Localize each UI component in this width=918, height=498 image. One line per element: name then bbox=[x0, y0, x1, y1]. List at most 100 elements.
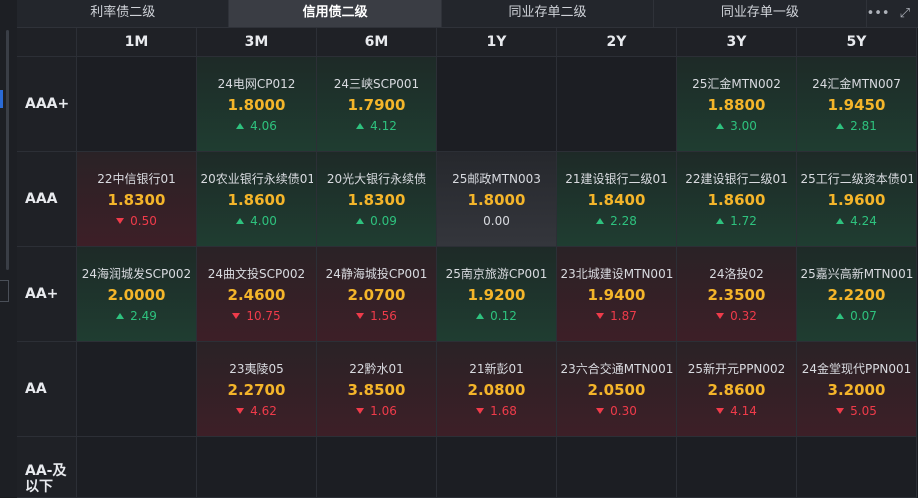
bond-name: 24静海城投CP001 bbox=[325, 267, 428, 281]
left-collapse-handle[interactable] bbox=[0, 280, 9, 302]
arrow-up-icon bbox=[356, 123, 365, 129]
bond-yield: 1.8600 bbox=[227, 191, 286, 209]
rating-label: AA-及以下 bbox=[17, 437, 77, 498]
yield-change: 0.32 bbox=[716, 309, 757, 323]
tab-rate-bonds[interactable]: 利率债二级 bbox=[17, 0, 230, 27]
bond-cell[interactable]: 25新开元PPN002 2.8600 4.14 bbox=[677, 342, 797, 437]
yield-change-value: 0.30 bbox=[610, 404, 637, 418]
arrow-up-icon bbox=[716, 218, 725, 224]
yield-change: 0.50 bbox=[116, 214, 157, 228]
bond-name: 25汇金MTN002 bbox=[692, 77, 781, 91]
yield-change: 1.68 bbox=[476, 404, 517, 418]
bond-cell[interactable]: 24海润城发SCP002 2.0000 2.49 bbox=[77, 247, 197, 342]
bond-cell[interactable]: 24汇金MTN007 1.9450 2.81 bbox=[797, 57, 917, 152]
bond-yield: 1.8800 bbox=[707, 96, 766, 114]
yield-change-value: 1.87 bbox=[610, 309, 637, 323]
grid-row: AA+ 24海润城发SCP002 2.0000 2.49 24曲文投SCP002 2.46… bbox=[17, 247, 917, 342]
column-header[interactable]: 3Y bbox=[677, 28, 797, 57]
bond-cell[interactable]: 25南京旅游CP001 1.9200 0.12 bbox=[437, 247, 557, 342]
bond-cell[interactable]: 23六合交通MTN001 2.0500 0.30 bbox=[557, 342, 677, 437]
bond-cell[interactable]: 20光大银行永续债 1.8300 0.09 bbox=[317, 152, 437, 247]
bond-cell[interactable]: 21建设银行二级01 1.8400 2.28 bbox=[557, 152, 677, 247]
expand-icon[interactable]: ⤢ bbox=[900, 6, 910, 21]
arrow-up-icon bbox=[356, 218, 365, 224]
bond-cell[interactable]: 24电网CP012 1.8000 4.06 bbox=[197, 57, 317, 152]
empty-cell bbox=[557, 57, 677, 152]
rating-tenor-grid: 1M 3M 6M 1Y 2Y 3Y 5Y AAA+ 24电网CP012 1.8000 4.06 24三… bbox=[17, 28, 917, 498]
bond-yield: 1.8600 bbox=[707, 191, 766, 209]
bond-cell[interactable]: 24洛投02 2.3500 0.32 bbox=[677, 247, 797, 342]
yield-change: 3.00 bbox=[716, 119, 757, 133]
bond-name: 24海润城发SCP002 bbox=[81, 267, 192, 281]
bond-cell[interactable]: 24金堂现代PPN001 3.2000 5.05 bbox=[797, 342, 917, 437]
bond-cell[interactable]: 23夷陵05 2.2700 4.62 bbox=[197, 342, 317, 437]
arrow-up-icon bbox=[236, 218, 245, 224]
yield-change-value: 1.06 bbox=[370, 404, 397, 418]
column-header[interactable]: 1Y bbox=[437, 28, 557, 57]
tab-ncd-secondary[interactable]: 同业存单二级 bbox=[442, 0, 655, 27]
arrow-down-icon bbox=[236, 408, 245, 414]
yield-change-value: 5.05 bbox=[850, 404, 877, 418]
bond-name: 22中信银行01 bbox=[97, 172, 176, 186]
empty-cell bbox=[77, 437, 197, 498]
bond-cell[interactable]: 21新彭01 2.0800 1.68 bbox=[437, 342, 557, 437]
grid-row: AAA+ 24电网CP012 1.8000 4.06 24三峡SCP001 1.7900 4… bbox=[17, 57, 917, 152]
bond-cell[interactable]: 23北城建设MTN001 1.9400 1.87 bbox=[557, 247, 677, 342]
yield-change-value: 4.00 bbox=[250, 214, 277, 228]
bond-name: 25新开元PPN002 bbox=[687, 362, 786, 376]
bond-cell[interactable]: 22黔水01 3.8500 1.06 bbox=[317, 342, 437, 437]
empty-cell bbox=[437, 437, 557, 498]
rating-label: AA+ bbox=[17, 247, 77, 342]
bond-yield: 1.8000 bbox=[227, 96, 286, 114]
yield-change: 0.30 bbox=[596, 404, 637, 418]
bond-cell[interactable]: 24三峡SCP001 1.7900 4.12 bbox=[317, 57, 437, 152]
arrow-down-icon bbox=[232, 313, 241, 319]
grid-header-row: 1M 3M 6M 1Y 2Y 3Y 5Y bbox=[17, 28, 917, 57]
column-header[interactable]: 5Y bbox=[797, 28, 917, 57]
grid-row: AAA 22中信银行01 1.8300 0.50 20农业银行永续债01 1.8600 4.… bbox=[17, 152, 917, 247]
bond-yield: 1.8400 bbox=[587, 191, 646, 209]
arrow-up-icon bbox=[236, 123, 245, 129]
left-active-marker bbox=[0, 90, 3, 108]
bond-cell[interactable]: 22建设银行二级01 1.8600 1.72 bbox=[677, 152, 797, 247]
bond-cell[interactable]: 25嘉兴高新MTN001 2.2200 0.07 bbox=[797, 247, 917, 342]
bond-name: 23夷陵05 bbox=[229, 362, 284, 376]
bond-cell[interactable]: 20农业银行永续债01 1.8600 4.00 bbox=[197, 152, 317, 247]
bond-cell[interactable]: 24曲文投SCP002 2.4600 10.75 bbox=[197, 247, 317, 342]
tab-ncd-primary[interactable]: 同业存单一级 bbox=[654, 0, 867, 27]
tab-credit-bonds[interactable]: 信用债二级 bbox=[229, 0, 442, 27]
bond-yield: 2.0800 bbox=[467, 381, 526, 399]
left-scrollbar[interactable] bbox=[6, 30, 9, 270]
column-header[interactable]: 3M bbox=[197, 28, 317, 57]
bond-yield: 2.2200 bbox=[827, 286, 886, 304]
bond-cell[interactable]: 25工行二级资本债01 1.9600 4.24 bbox=[797, 152, 917, 247]
arrow-up-icon bbox=[836, 313, 845, 319]
yield-change-value: 0.00 bbox=[483, 214, 510, 228]
arrow-down-icon bbox=[476, 408, 485, 414]
bond-cell[interactable]: 22中信银行01 1.8300 0.50 bbox=[77, 152, 197, 247]
column-header[interactable]: 2Y bbox=[557, 28, 677, 57]
yield-change-value: 4.24 bbox=[850, 214, 877, 228]
bond-name: 25工行二级资本债01 bbox=[800, 172, 913, 186]
yield-change-value: 4.06 bbox=[250, 119, 277, 133]
yield-change-value: 0.07 bbox=[850, 309, 877, 323]
bond-cell[interactable]: 25汇金MTN002 1.8800 3.00 bbox=[677, 57, 797, 152]
column-header[interactable]: 1M bbox=[77, 28, 197, 57]
bond-name: 24三峡SCP001 bbox=[333, 77, 420, 91]
yield-change: 1.72 bbox=[716, 214, 757, 228]
more-icon[interactable]: ••• bbox=[867, 6, 890, 21]
bond-name: 22黔水01 bbox=[349, 362, 404, 376]
yield-change: 4.14 bbox=[716, 404, 757, 418]
bond-name: 25邮政MTN003 bbox=[452, 172, 541, 186]
arrow-down-icon bbox=[716, 408, 725, 414]
bond-yield: 2.0500 bbox=[587, 381, 646, 399]
yield-change-value: 1.72 bbox=[730, 214, 757, 228]
bond-yield: 1.8300 bbox=[107, 191, 166, 209]
bond-name: 22建设银行二级01 bbox=[685, 172, 788, 186]
rating-label: AAA+ bbox=[17, 57, 77, 152]
arrow-up-icon bbox=[836, 123, 845, 129]
column-header[interactable]: 6M bbox=[317, 28, 437, 57]
bond-cell[interactable]: 24静海城投CP001 2.0700 1.56 bbox=[317, 247, 437, 342]
bond-name: 23六合交通MTN001 bbox=[560, 362, 673, 376]
bond-cell[interactable]: 25邮政MTN003 1.8000 0.00 bbox=[437, 152, 557, 247]
